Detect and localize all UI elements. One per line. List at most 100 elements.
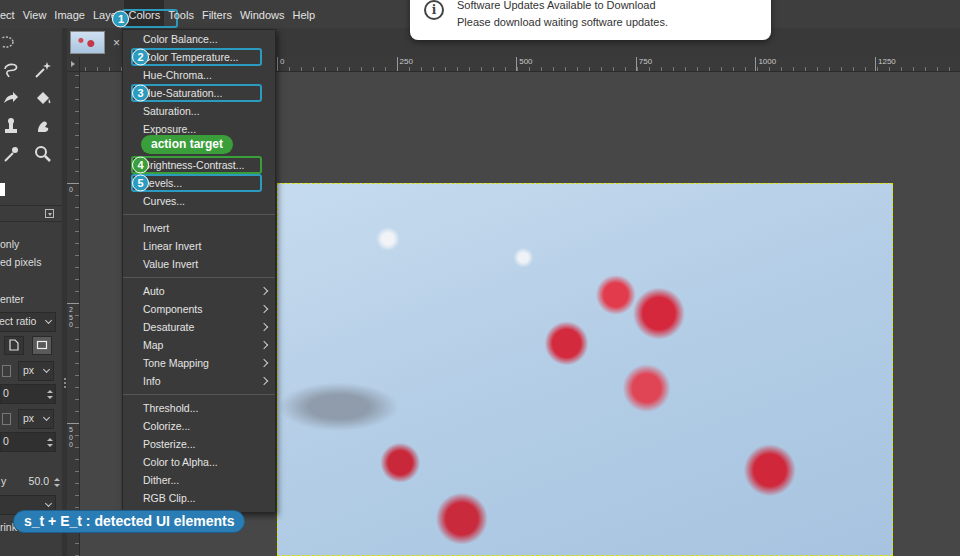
tool-option: enter [0, 290, 62, 310]
menu-item-label: Exposure... [143, 123, 196, 135]
spin-field[interactable]: 50.0 [10, 472, 62, 492]
menubar-item[interactable]: Colors1 [124, 0, 164, 28]
document-icon [8, 339, 20, 351]
foreground-color-swatch[interactable] [0, 183, 5, 196]
option-dropdown[interactable]: ect ratio [0, 312, 56, 332]
chevron-down-icon [45, 500, 52, 507]
menu-item[interactable]: Posterize... [123, 435, 275, 453]
menu-item[interactable]: Map [123, 336, 275, 354]
spin-field[interactable]: 0 [0, 432, 56, 452]
menu-item[interactable]: Levels...5 [123, 174, 275, 192]
tool-options: onlyed pixelsenterect ratiopx0px0y50.0ri… [0, 222, 62, 538]
menu-item[interactable]: Tone Mapping [123, 354, 275, 372]
spin-arrows-icon[interactable] [47, 438, 53, 447]
ruler-corner-button[interactable] [67, 57, 80, 72]
smudge-tool[interactable] [31, 112, 62, 140]
unit-value: px [23, 363, 34, 379]
menu-item[interactable]: Hue-Saturation...3 [123, 84, 275, 102]
menu-item[interactable]: Dither... [123, 471, 275, 489]
menu-item[interactable]: Exposure... [123, 120, 275, 138]
menu-item[interactable]: Info [123, 372, 275, 390]
menu-item[interactable]: Color Temperature...2 [123, 48, 275, 66]
menu-item-label: Value Invert [143, 258, 198, 270]
ellipse-select-tool[interactable] [0, 28, 31, 56]
warp-transform-tool[interactable] [0, 84, 31, 112]
spin-arrows-icon[interactable] [47, 390, 53, 399]
menu-item[interactable]: Brightness-Contrast...4action target [123, 156, 275, 174]
menubar-item[interactable]: Filters [198, 0, 236, 28]
menu-item[interactable]: Components [123, 300, 275, 318]
menu-item-label: Color Balance... [143, 33, 218, 45]
chevron-down-icon [43, 414, 50, 421]
tool-option[interactable]: 0 [0, 384, 62, 404]
image-tab-thumbnail[interactable] [70, 31, 105, 54]
action-target-label: action target [141, 135, 233, 154]
menu-item[interactable]: Value Invert [123, 255, 275, 273]
menu-section: Color Balance... Color Temperature...2 Hue… [123, 30, 275, 210]
menubar-item[interactable]: Layer [89, 0, 125, 28]
document-button[interactable] [4, 336, 24, 355]
menu-item[interactable]: RGB Clip... [123, 489, 275, 507]
ruler-label: 0 [280, 57, 284, 67]
chevron-down-icon [45, 317, 52, 324]
tool-option[interactable]: ect ratio [0, 312, 62, 332]
chain-icon[interactable] [2, 413, 11, 425]
color-picker-tool[interactable] [0, 140, 31, 168]
menu-item[interactable]: Color Balance... [123, 30, 275, 48]
tool-option[interactable]: px [0, 409, 62, 429]
menu-item-label: Curves... [143, 195, 185, 207]
menu-item[interactable]: Auto [123, 282, 275, 300]
color-swatches[interactable] [0, 168, 62, 205]
unit-dropdown[interactable]: px [18, 409, 54, 429]
menu-item[interactable]: Curves... [123, 192, 275, 210]
spin-value: 0 [3, 434, 45, 450]
chain-icon[interactable] [2, 365, 11, 377]
spin-value: 50.0 [12, 474, 52, 490]
menubar-item[interactable]: View [19, 0, 51, 28]
option-label: only [0, 237, 19, 253]
menu-item-label: Hue-Chroma... [143, 69, 212, 81]
menu-item[interactable]: Hue-Chroma... [123, 66, 275, 84]
menu-item[interactable]: Invert [123, 219, 275, 237]
menu-item[interactable]: Desaturate [123, 318, 275, 336]
bucket-fill-tool[interactable] [31, 84, 62, 112]
menubar-label: Filters [202, 9, 232, 21]
ruler-tick [755, 57, 756, 71]
menubar-item[interactable]: ect [0, 0, 19, 28]
chevron-right-icon [260, 341, 268, 349]
clone-tool[interactable] [0, 112, 31, 140]
free-select-tool[interactable] [0, 56, 31, 84]
zoom-tool[interactable] [31, 140, 62, 168]
unit-dropdown[interactable]: px [18, 361, 54, 381]
menubar-item[interactable]: Tools [164, 0, 198, 28]
menu-item-label: Posterize... [143, 438, 196, 450]
annotation-number: 5 [132, 175, 149, 192]
menu-item[interactable]: Color to Alpha... [123, 453, 275, 471]
tool-option[interactable]: px [0, 361, 62, 381]
menu-section: InvertLinear Invert Value Invert [123, 214, 275, 273]
tool-option[interactable]: 0 [0, 432, 62, 452]
menu-item[interactable]: Linear Invert [123, 237, 275, 255]
spin-label: y [0, 474, 6, 490]
tool-option[interactable]: y 50.0 [0, 472, 62, 492]
ruler-tick [516, 57, 517, 71]
fuzzy-select-tool[interactable] [31, 56, 62, 84]
ruler-tick [397, 57, 398, 71]
spin-field[interactable]: 0 [0, 384, 56, 404]
menubar-item[interactable]: Windows [236, 0, 289, 28]
menu-item[interactable]: Threshold... [123, 399, 275, 417]
panel-menu-icon[interactable] [45, 209, 54, 218]
layer-button[interactable] [32, 336, 52, 355]
menu-item[interactable]: Saturation... [123, 102, 275, 120]
update-notification[interactable]: iSoftware Updates Available to DownloadP… [410, 0, 771, 40]
menu-item[interactable]: Colorize... [123, 417, 275, 435]
tab-close-button[interactable]: × [113, 34, 120, 52]
spin-arrows-icon[interactable] [54, 478, 60, 487]
menubar-item[interactable]: Image [50, 0, 89, 28]
menu-item-label: Desaturate [143, 321, 194, 333]
menu-item[interactable] [123, 138, 275, 156]
menubar-label: View [23, 9, 47, 21]
tool-option[interactable] [0, 335, 62, 355]
menubar-item[interactable]: Help [289, 0, 320, 28]
layer-icon [36, 339, 48, 351]
